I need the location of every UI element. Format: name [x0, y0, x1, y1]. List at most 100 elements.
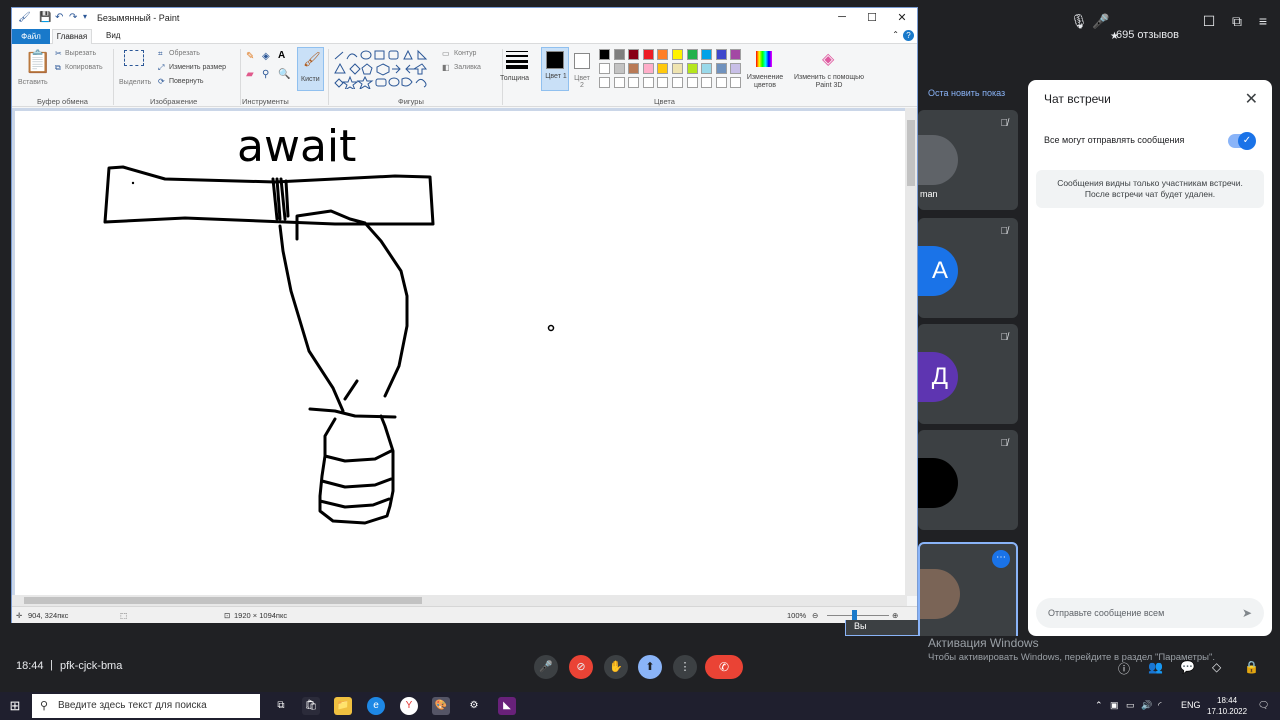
info-icon[interactable]: ⓘ — [1118, 660, 1130, 677]
crop-icon[interactable]: ⌗ — [158, 49, 163, 59]
palette-swatch[interactable] — [730, 77, 742, 88]
copy-icon[interactable]: ⧉ — [55, 63, 61, 73]
cut-button[interactable]: Вырезать — [65, 50, 96, 57]
settings-app-icon[interactable]: ⚙ — [465, 697, 483, 715]
battery-icon[interactable]: ▭ — [1126, 700, 1135, 711]
palette-swatch[interactable] — [599, 49, 610, 60]
palette-swatch[interactable] — [599, 63, 610, 74]
palette-swatch[interactable] — [628, 49, 640, 60]
palette-swatch[interactable] — [701, 77, 713, 88]
palette-swatch[interactable] — [715, 77, 727, 88]
palette-swatch[interactable] — [686, 49, 698, 60]
palette-swatch[interactable] — [657, 49, 669, 60]
tray-chevron-icon[interactable]: ⌃ — [1095, 700, 1103, 711]
tab-file[interactable]: Файл — [12, 29, 50, 44]
self-tile[interactable]: ⋯ — [918, 542, 1018, 642]
redo-icon[interactable]: ↷ — [69, 12, 77, 23]
palette-swatch[interactable] — [672, 77, 683, 88]
fill-icon[interactable]: ◈ — [262, 51, 270, 62]
visual-studio-icon[interactable]: ◣ — [498, 697, 516, 715]
magnifier-icon[interactable]: 🔍 — [278, 69, 290, 80]
paste-button[interactable]: Вставить — [18, 79, 48, 86]
cut-icon[interactable]: ✂ — [55, 49, 62, 58]
paste-icon[interactable]: 📋 — [24, 49, 51, 75]
outline-dropdown[interactable]: Контур — [454, 50, 476, 57]
text-icon[interactable]: A — [278, 50, 285, 61]
palette-swatch[interactable] — [730, 49, 742, 60]
message-input[interactable]: Отправьте сообщение всем ➤ — [1036, 598, 1264, 628]
end-call-button[interactable]: ✆ — [705, 655, 743, 679]
palette-swatch[interactable] — [628, 63, 640, 74]
paint-taskbar-icon[interactable]: 🎨 — [432, 697, 450, 715]
vertical-scrollbar[interactable] — [905, 108, 917, 596]
more-options-icon[interactable]: ⋯ — [992, 550, 1010, 568]
tab-home[interactable]: Главная — [52, 29, 92, 44]
color1-button[interactable]: Цвет 1 — [541, 47, 569, 91]
copy-button[interactable]: Копировать — [65, 64, 103, 71]
size-button[interactable]: Толщина — [500, 75, 529, 82]
select-icon[interactable] — [124, 50, 144, 66]
palette-swatch[interactable] — [599, 77, 610, 88]
mic-icon[interactable]: 🎤 — [1092, 12, 1110, 30]
mic-button[interactable]: 🎤 — [534, 655, 558, 679]
copy-icon[interactable]: ⧉ — [1228, 12, 1246, 30]
activities-icon[interactable]: ◇ — [1212, 660, 1221, 674]
fill-shape-icon[interactable]: ◧ — [442, 63, 450, 72]
raise-hand-button[interactable]: ✋ — [604, 655, 628, 679]
edge-icon[interactable]: e — [367, 697, 385, 715]
palette-swatch[interactable] — [642, 77, 654, 88]
palette-swatch[interactable] — [701, 49, 713, 60]
mic-icon[interactable]: 🎙 — [1070, 12, 1088, 30]
palette-swatch[interactable] — [730, 63, 742, 74]
undo-icon[interactable]: ↶ — [55, 12, 63, 23]
network-icon[interactable]: ▣ — [1110, 700, 1119, 711]
participant-tile[interactable]: 🎙̸ Д — [918, 324, 1018, 424]
size-icon[interactable] — [506, 49, 528, 69]
horizontal-scrollbar[interactable] — [12, 595, 907, 606]
palette-swatch[interactable] — [672, 49, 683, 60]
chat-icon[interactable]: 💬 — [1180, 660, 1195, 674]
store-icon[interactable]: 🛍 — [302, 697, 320, 715]
task-view-icon[interactable]: ⧉ — [272, 697, 290, 715]
participant-tile[interactable]: 🎙̸ A — [918, 218, 1018, 318]
palette-swatch[interactable] — [715, 63, 727, 74]
save-icon[interactable]: 💾 — [39, 12, 51, 23]
present-button[interactable]: ⬆ — [638, 655, 662, 679]
palette-swatch[interactable] — [642, 49, 654, 60]
more-options-button[interactable]: ⋮ — [673, 655, 697, 679]
close-button[interactable]: ✕ — [892, 11, 912, 24]
windows-start-icon[interactable]: ⊞ — [0, 692, 30, 720]
rotate-button[interactable]: Повернуть — [169, 78, 204, 85]
palette-swatch[interactable] — [613, 63, 625, 74]
paint3d-button[interactable]: Изменить с помощью Paint 3D — [794, 74, 864, 90]
camera-off-button[interactable]: ⊘ — [569, 655, 593, 679]
palette-swatch[interactable] — [686, 63, 698, 74]
palette-swatch[interactable] — [701, 63, 713, 74]
palette-swatch[interactable] — [657, 77, 669, 88]
customize-qa-icon[interactable]: ▾ — [83, 12, 87, 21]
collapse-ribbon-icon[interactable]: ⌃ — [892, 30, 899, 39]
yandex-icon[interactable]: Y — [400, 697, 418, 715]
participant-tile[interactable]: 🎙̸ — [918, 430, 1018, 530]
reviews-count[interactable]: 695 отзывов — [1116, 29, 1179, 41]
taskbar-search[interactable]: ⚲ Введите здесь текст для поиска — [32, 694, 260, 718]
help-icon[interactable]: ? — [903, 30, 914, 41]
palette-swatch[interactable] — [657, 63, 669, 74]
wifi-icon[interactable]: ◜ — [1158, 700, 1162, 711]
people-icon[interactable]: 👥 — [1148, 660, 1163, 674]
palette-swatch[interactable] — [613, 77, 625, 88]
eraser-icon[interactable]: ▰ — [246, 69, 254, 80]
notifications-icon[interactable]: 🗨 — [1258, 700, 1269, 711]
maximize-button[interactable]: ☐ — [862, 11, 882, 24]
shapes-gallery[interactable] — [332, 49, 442, 89]
select-button[interactable]: Выделить — [119, 79, 151, 86]
zoom-slider[interactable] — [827, 615, 889, 616]
horizontal-scroll-thumb[interactable] — [24, 597, 422, 604]
palette-swatch[interactable] — [715, 49, 727, 60]
crop-button[interactable]: Обрезать — [169, 50, 200, 57]
zoom-in-icon[interactable]: ⊕ — [892, 611, 898, 620]
color2-label[interactable]: Цвет 2 — [572, 75, 592, 89]
menu-icon[interactable]: ≡ — [1254, 12, 1272, 30]
color2-swatch[interactable] — [574, 53, 590, 69]
participant-tile[interactable]: 🎙̸ man — [918, 110, 1018, 210]
